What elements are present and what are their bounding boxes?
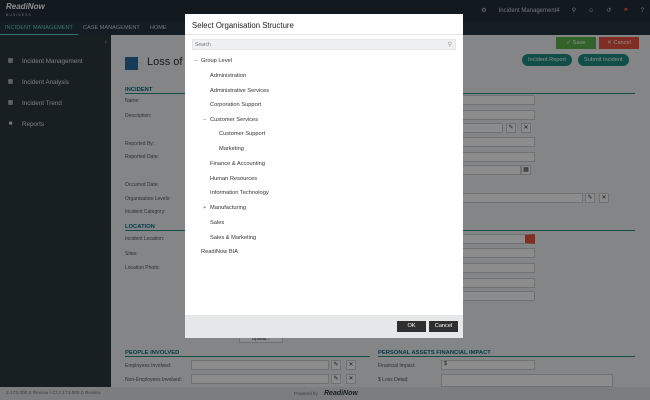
- tree-item-corporation-support[interactable]: Corporation Support: [210, 102, 261, 108]
- tree-item-information-technology[interactable]: Information Technology: [210, 190, 269, 196]
- tree-item-sales-marketing[interactable]: Sales & Marketing: [210, 235, 256, 241]
- tree-item-label: Group Level: [201, 58, 232, 64]
- collapse-icon[interactable]: −: [194, 58, 201, 64]
- dialog-cancel-button[interactable]: Cancel: [429, 321, 458, 332]
- dialog-divider: [185, 34, 463, 35]
- tree-item-sales[interactable]: Sales: [210, 220, 224, 226]
- select-org-structure-dialog: Select Organisation Structure ⚲ −Group L…: [185, 14, 463, 338]
- tree-item-label: Sales & Marketing: [210, 235, 257, 241]
- tree-item-label: Sales: [210, 220, 225, 226]
- search-input[interactable]: [193, 40, 433, 49]
- tree-item-human-resources[interactable]: Human Resources: [210, 176, 257, 182]
- tree-item-label: ReadiNow BIA: [201, 249, 238, 255]
- tree-item-customer-services[interactable]: − Customer Services: [203, 117, 258, 123]
- dialog-title: Select Organisation Structure: [192, 21, 294, 30]
- tree-item-label: Manufacturing: [210, 205, 247, 211]
- tree-item-label: Corporation Support: [210, 102, 262, 108]
- tree-item-customer-support[interactable]: Customer Support: [219, 131, 265, 137]
- tree-item-administrative-services[interactable]: Administrative Services: [210, 88, 269, 94]
- tree-item-label: Administrative Services: [210, 88, 270, 94]
- tree-item-finance-accounting[interactable]: Finance & Accounting: [210, 161, 265, 167]
- tree-item-manufacturing[interactable]: + Manufacturing: [203, 205, 246, 211]
- search-icon[interactable]: ⚲: [448, 41, 452, 48]
- tree-item-label: Customer Services: [210, 117, 259, 123]
- tree-item-label: Information Technology: [210, 190, 269, 196]
- tree-item-label: Marketing: [219, 146, 244, 152]
- search-box[interactable]: ⚲: [192, 39, 456, 50]
- tree-item-group-level[interactable]: − Group Level: [194, 58, 232, 64]
- ok-button[interactable]: OK: [397, 321, 426, 332]
- tree-item-marketing[interactable]: Marketing: [219, 146, 244, 152]
- tree-item-label: Customer Support: [219, 131, 266, 137]
- tree-item-label: Finance & Accounting: [210, 161, 266, 167]
- tree-item-administration[interactable]: Administration: [210, 73, 246, 79]
- tree-item-label: Administration: [210, 73, 247, 79]
- app-window: ReadiNow BUSINESS ⚙ Incident Management4…: [0, 0, 650, 400]
- tree-item-label: Human Resources: [210, 176, 258, 182]
- collapse-icon[interactable]: −: [203, 117, 210, 123]
- tree-item-readinow-bia[interactable]: ReadiNow BIA: [201, 249, 238, 255]
- expand-icon[interactable]: +: [203, 205, 210, 211]
